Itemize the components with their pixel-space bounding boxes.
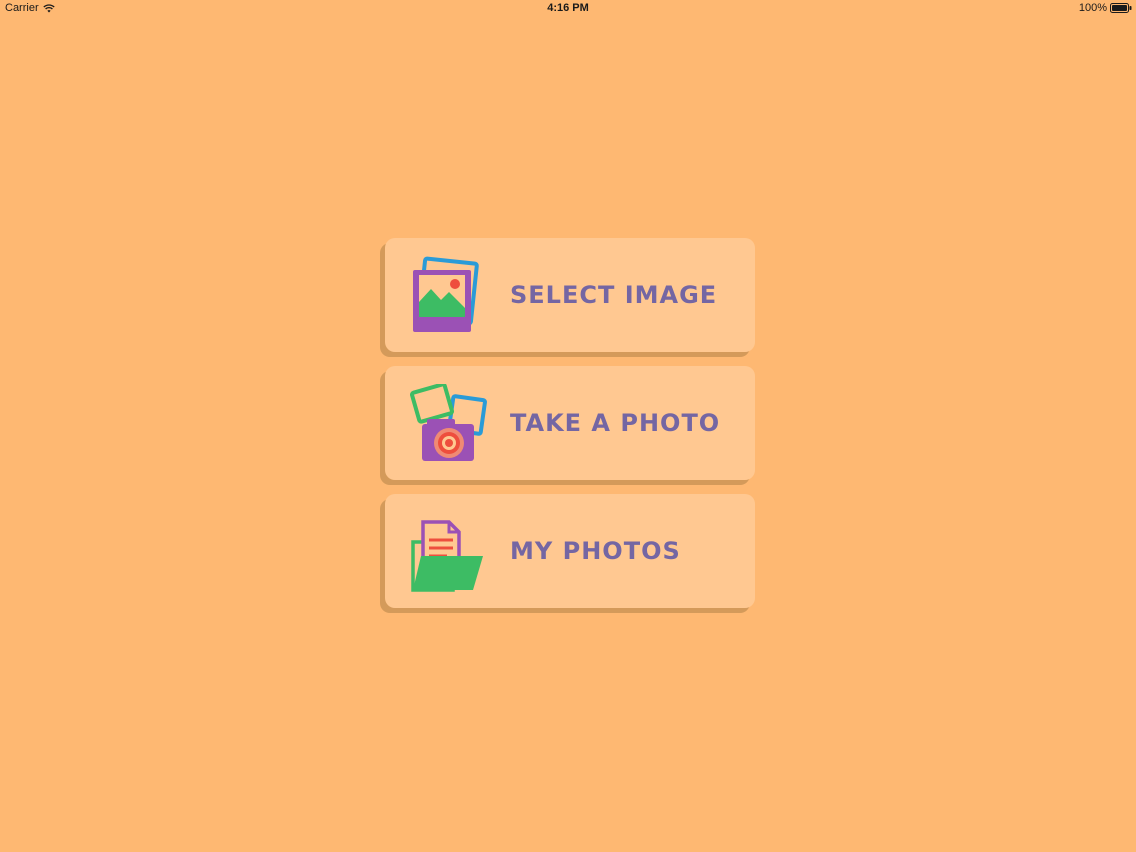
camera-icon [407, 384, 487, 464]
take-photo-button[interactable]: TAKE A PHOTO [385, 366, 755, 480]
my-photos-label: MY PHOTOS [510, 537, 681, 565]
status-bar: Carrier 4:16 PM 100% [0, 0, 1136, 17]
select-image-label: SELECT IMAGE [510, 281, 718, 309]
status-time: 4:16 PM [547, 2, 589, 14]
take-photo-label: TAKE A PHOTO [510, 409, 721, 437]
battery-percent: 100% [1078, 2, 1107, 14]
photo-gallery-icon [407, 256, 487, 336]
folder-documents-icon [407, 512, 487, 592]
battery-icon [1110, 3, 1132, 13]
select-image-button[interactable]: SELECT IMAGE [385, 238, 755, 352]
status-right: 100% [1079, 2, 1132, 14]
my-photos-button[interactable]: MY PHOTOS [385, 494, 755, 608]
